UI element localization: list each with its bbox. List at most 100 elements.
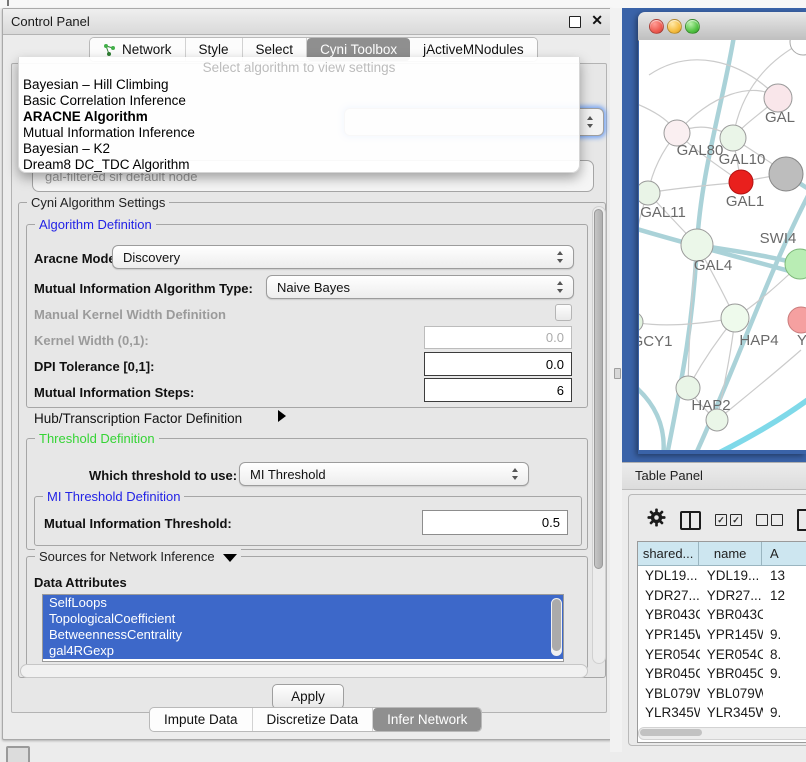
dpi-tolerance-field[interactable]: 0.0 — [424, 352, 572, 376]
data-attributes-list[interactable]: SelfLoopsTopologicalCoefficientBetweenne… — [42, 594, 564, 662]
apply-button[interactable]: Apply — [272, 684, 344, 709]
table-cell[interactable]: YDL19... — [638, 568, 700, 583]
table-cell[interactable]: 12 — [763, 588, 806, 603]
manual-kernel-width-checkbox[interactable] — [555, 304, 572, 321]
close-traffic-light-icon[interactable] — [649, 19, 664, 34]
table-cell[interactable]: YBR045C — [638, 666, 700, 681]
stepper-icon — [587, 116, 594, 128]
algorithm-option[interactable]: Basic Correlation Inference — [23, 93, 575, 109]
panel-splitter[interactable] — [610, 8, 622, 752]
table-row[interactable]: YBL079WYBL079W — [638, 684, 806, 704]
sources-title: Sources for Network Inference — [35, 549, 241, 564]
network-node-gal11[interactable] — [639, 181, 660, 205]
table-cell[interactable]: YPR145W — [700, 627, 763, 642]
float-window-icon[interactable] — [569, 16, 581, 28]
table-cell[interactable]: YLR345W — [700, 705, 763, 720]
mi-algorithm-type-combobox[interactable]: Naive Bayes — [266, 275, 574, 299]
tab-impute-data[interactable]: Impute Data — [150, 708, 253, 731]
list-scrollbar[interactable] — [551, 598, 562, 656]
algorithm-option[interactable]: Dream8 DC_TDC Algorithm — [23, 157, 575, 173]
close-icon[interactable]: ✕ — [591, 12, 603, 29]
which-threshold-combobox[interactable]: MI Threshold — [239, 462, 529, 486]
mi-threshold-label: Mutual Information Threshold: — [44, 516, 232, 531]
collapse-down-icon[interactable] — [223, 554, 237, 562]
settings-vertical-scrollbar[interactable] — [592, 206, 606, 664]
table-cell[interactable]: YBR043C — [700, 607, 763, 622]
column-header-name[interactable]: name — [699, 542, 762, 565]
checked-pair-icon[interactable]: ✓✓ — [715, 514, 742, 526]
network-node-gcy1[interactable] — [639, 312, 643, 332]
columns-icon[interactable] — [680, 511, 701, 530]
network-node[interactable] — [769, 157, 803, 191]
expand-right-icon[interactable] — [278, 410, 286, 422]
network-node-gal[interactable] — [764, 84, 792, 112]
table-row[interactable]: YER054CYER054C8. — [638, 644, 806, 664]
network-window-titlebar[interactable] — [638, 12, 806, 41]
table-cell[interactable]: 8. — [763, 647, 806, 662]
algorithm-option[interactable]: ARACNE Algorithm — [23, 109, 575, 125]
which-threshold-label: Which threshold to use: — [89, 468, 237, 483]
settings-horizontal-scrollbar[interactable] — [20, 664, 588, 678]
table-panel-titlebar[interactable]: Table Panel — [622, 462, 806, 490]
minimized-panel-icon[interactable] — [6, 746, 30, 762]
aracne-mode-label: Aracne Mode: — [34, 251, 120, 266]
table-cell[interactable]: YDR27... — [700, 588, 763, 603]
table-cell[interactable]: YBR045C — [700, 666, 763, 681]
table-row[interactable]: YLR345WYLR345W9. — [638, 703, 806, 723]
data-attribute-item[interactable]: gal4RGexp — [43, 643, 563, 659]
table-cell[interactable]: YBR043C — [638, 607, 700, 622]
table-cell[interactable]: YDL19... — [700, 568, 763, 583]
table-cell[interactable]: 9. — [763, 705, 806, 720]
data-attribute-item[interactable]: BetweennessCentrality — [43, 627, 563, 643]
table-cell[interactable]: 13 — [763, 568, 806, 583]
table-row[interactable]: YPR145WYPR145W9. — [638, 625, 806, 645]
network-node-gal1[interactable] — [729, 170, 753, 194]
network-canvas[interactable]: GALGAL80GAL10GAL1GAL11SWI4GAL4GCY1HAP4YH… — [639, 40, 806, 450]
network-node-y[interactable] — [788, 307, 806, 333]
network-node[interactable] — [790, 40, 806, 55]
document-icon[interactable] — [797, 509, 806, 531]
table-row[interactable]: YDR27...YDR27...12 — [638, 586, 806, 606]
algorithm-option[interactable]: Bayesian – K2 — [23, 141, 575, 157]
zoom-traffic-light-icon[interactable] — [685, 19, 700, 34]
node-label: GAL11 — [640, 204, 686, 221]
network-node[interactable] — [706, 409, 728, 431]
splitter-grip-icon[interactable] — [614, 368, 621, 379]
mi-threshold-field[interactable]: 0.5 — [422, 510, 568, 535]
table-cell[interactable]: YDR27... — [638, 588, 700, 603]
tab-infer-network[interactable]: Infer Network — [373, 708, 481, 731]
stepper-icon — [557, 251, 564, 263]
column-header-shared-name[interactable]: shared... — [638, 542, 699, 565]
network-view-window[interactable]: GALGAL80GAL10GAL1GAL11SWI4GAL4GCY1HAP4YH… — [638, 12, 806, 454]
network-node-hap4[interactable] — [721, 304, 749, 332]
data-attribute-item[interactable]: TopologicalCoefficient — [43, 611, 563, 627]
table-row[interactable]: YDL19...YDL19...13 — [638, 566, 806, 586]
data-attribute-item[interactable]: SelfLoops — [43, 595, 563, 611]
minimize-traffic-light-icon[interactable] — [667, 19, 682, 34]
table-horizontal-scrollbar[interactable] — [638, 727, 806, 740]
column-header-cut[interactable]: A — [762, 542, 806, 565]
algorithm-option[interactable]: Bayesian – Hill Climbing — [23, 77, 575, 93]
gear-icon[interactable] — [647, 508, 666, 532]
kernel-width-field[interactable]: 0.0 — [424, 326, 572, 349]
table-row[interactable]: YBR045CYBR045C9. — [638, 664, 806, 684]
table-cell[interactable]: 9. — [763, 627, 806, 642]
table-cell[interactable]: 9. — [763, 666, 806, 681]
table-cell[interactable]: YER054C — [700, 647, 763, 662]
tab-discretize-data[interactable]: Discretize Data — [253, 708, 374, 731]
node-table[interactable]: shared... name A YDL19...YDL19...13YDR27… — [637, 541, 806, 743]
table-cell[interactable]: YBL079W — [638, 686, 700, 701]
control-panel-titlebar[interactable]: Control Panel ✕ — [3, 9, 611, 35]
top-strip — [0, 0, 806, 8]
table-row[interactable]: YBR043CYBR043C — [638, 605, 806, 625]
aracne-mode-combobox[interactable]: Discovery — [112, 245, 574, 269]
table-cell[interactable]: YLR345W — [638, 705, 700, 720]
network-node-gal10[interactable] — [720, 125, 746, 151]
unchecked-pair-icon[interactable] — [756, 514, 783, 526]
table-cell[interactable]: YER054C — [638, 647, 700, 662]
table-cell[interactable]: YBL079W — [700, 686, 763, 701]
table-cell[interactable]: YPR145W — [638, 627, 700, 642]
tab-label: Network — [122, 42, 172, 57]
mi-steps-field[interactable]: 6 — [424, 378, 572, 402]
algorithm-option[interactable]: Mutual Information Inference — [23, 125, 575, 141]
